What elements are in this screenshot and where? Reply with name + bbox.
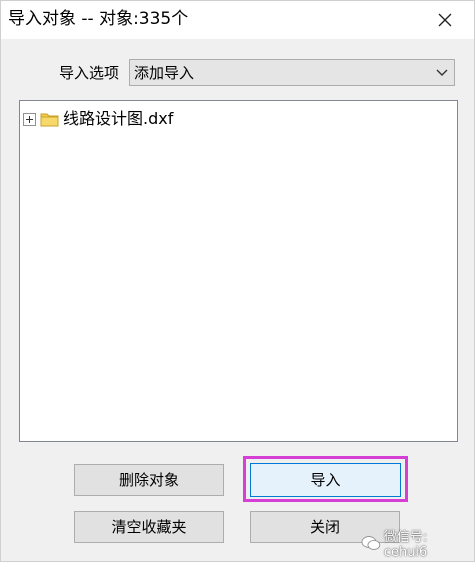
window-title: 导入对象 -- 对象:335个 — [8, 9, 189, 29]
folder-icon — [40, 113, 59, 127]
tree-item-label: 线路设计图.dxf — [63, 109, 174, 128]
expand-plus-icon[interactable] — [23, 112, 36, 126]
delete-object-button[interactable]: 删除对象 — [74, 464, 224, 496]
title-bar: 导入对象 -- 对象:335个 — [1, 1, 474, 39]
close-icon — [438, 13, 452, 27]
clear-favorites-button[interactable]: 清空收藏夹 — [74, 511, 224, 543]
chevron-down-icon — [436, 69, 448, 76]
close-window-button[interactable] — [430, 7, 460, 33]
wechat-icon — [361, 536, 381, 550]
import-button[interactable]: 导入 — [250, 463, 401, 497]
import-objects-dialog: 导入对象 -- 对象:335个 导入选项 添加导入 线路设计图.dxf 删除对象 — [0, 0, 475, 562]
tree-item[interactable]: 线路设计图.dxf — [23, 109, 173, 129]
import-option-value: 添加导入 — [134, 64, 195, 82]
import-option-select[interactable]: 添加导入 — [129, 59, 455, 86]
import-option-row: 导入选项 添加导入 — [59, 59, 457, 87]
watermark: 微信号: cehui6 — [361, 530, 474, 560]
import-option-label: 导入选项 — [59, 64, 120, 82]
object-tree[interactable]: 线路设计图.dxf — [19, 100, 458, 442]
watermark-text: 微信号: cehui6 — [383, 530, 428, 560]
